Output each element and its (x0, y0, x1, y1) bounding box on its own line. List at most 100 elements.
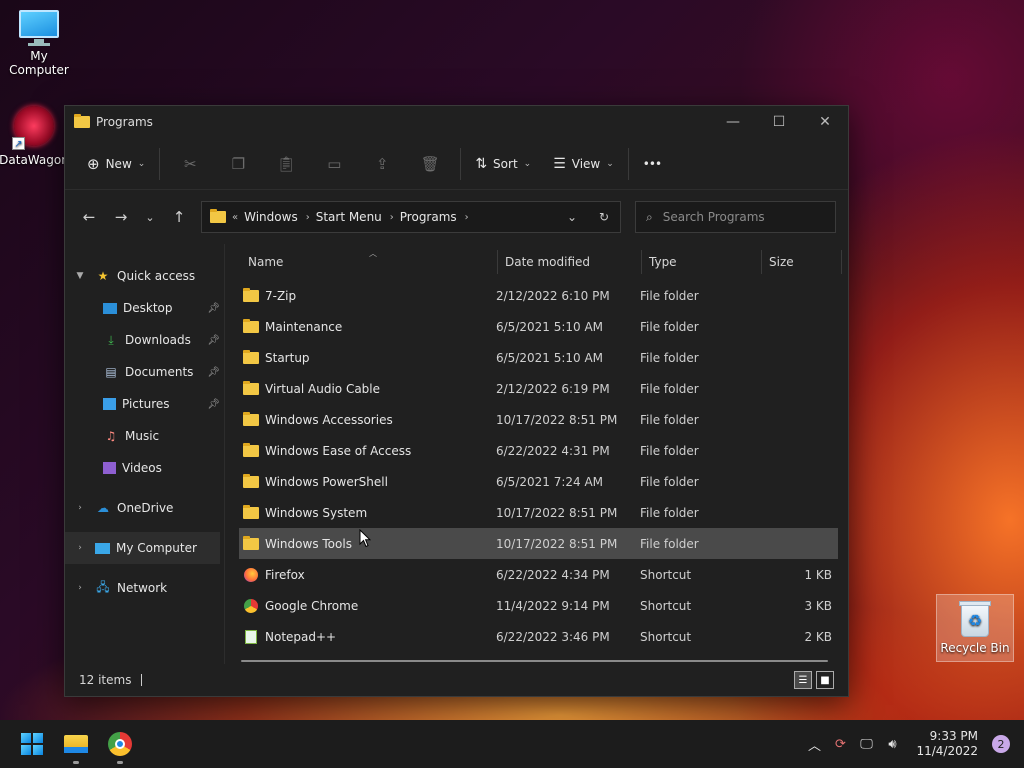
chevron-up-icon[interactable]: ︿ (804, 735, 824, 754)
file-row[interactable]: Windows Accessories 10/17/2022 8:51 PM F… (239, 404, 838, 435)
sidebar-item-my-computer[interactable]: › My Computer (65, 532, 220, 564)
address-bar[interactable]: « Windows › Start Menu › Programs › ⌄ ↻ (201, 201, 621, 233)
collapsed-chevron-icon[interactable]: › (65, 503, 95, 513)
navigation-bar: ← → ⌄ ↑ « Windows › Start Menu › Program… (65, 190, 848, 244)
pin-icon: 📌︎ (207, 398, 220, 410)
folder-icon (210, 209, 226, 223)
mouse-pointer-icon (359, 529, 371, 548)
file-name: Startup (265, 350, 310, 365)
network-status-icon[interactable]: 🖵︎ (856, 737, 876, 752)
file-row[interactable]: Google Chrome 11/4/2022 9:14 PM Shortcut… (239, 590, 838, 621)
details-view-icon[interactable]: ☰ (794, 671, 812, 689)
up-arrow-icon[interactable]: ↑ (163, 201, 195, 233)
desktop-icon-datawagon[interactable]: ↗ DataWagon (0, 106, 73, 167)
chrome-icon (108, 732, 132, 756)
file-row[interactable]: 7-Zip 2/12/2022 6:10 PM File folder (239, 280, 838, 311)
more-options-button[interactable]: ••• (635, 148, 669, 180)
pictures-icon (103, 398, 116, 410)
file-date: 6/5/2021 5:10 AM (496, 319, 604, 334)
sidebar-item-network[interactable]: › 🖧︎ Network (65, 572, 224, 604)
title-bar[interactable]: Programs — ☐ ✕ (65, 106, 848, 138)
address-dropdown-chevron-icon[interactable]: ⌄ (556, 210, 588, 224)
breadcrumb-windows[interactable]: Windows (244, 210, 298, 224)
desktop-icon-recycle-bin[interactable]: ♻ Recycle Bin (936, 594, 1014, 662)
window-title: Programs (96, 115, 153, 129)
expanded-chevron-icon[interactable]: ▼ (65, 271, 95, 281)
desktop-icon-my-computer[interactable]: My Computer (0, 10, 78, 77)
file-date: 6/5/2021 5:10 AM (496, 350, 604, 365)
view-button-label: View (571, 156, 601, 171)
new-button[interactable]: ⊕ New ⌄ (79, 148, 153, 180)
file-row[interactable]: Startup 6/5/2021 5:10 AM File folder (239, 342, 838, 373)
file-row[interactable]: Windows Ease of Access 6/22/2022 4:31 PM… (239, 435, 838, 466)
notification-badge[interactable]: 2 (992, 735, 1010, 753)
collapsed-chevron-icon[interactable]: › (65, 583, 95, 593)
breadcrumb-programs[interactable]: Programs (400, 210, 457, 224)
rename-icon[interactable]: ▭ (310, 148, 358, 180)
sidebar-item-pictures[interactable]: Pictures 📌︎ (65, 388, 224, 420)
file-row[interactable]: Windows Tools 10/17/2022 8:51 PM File fo… (239, 528, 838, 559)
search-input[interactable] (662, 210, 813, 224)
sidebar-item-label: Desktop (123, 301, 173, 315)
paste-icon[interactable]: 📋︎ (262, 148, 310, 180)
collapsed-chevron-icon[interactable]: › (65, 543, 95, 553)
file-date: 2/12/2022 6:19 PM (496, 381, 610, 396)
sidebar-item-desktop[interactable]: Desktop 📌︎ (65, 292, 224, 324)
sidebar-item-music[interactable]: ♫ Music (65, 420, 224, 452)
breadcrumb-separator-icon[interactable]: › (390, 212, 394, 223)
overflow-chevron-icon[interactable]: « (232, 212, 238, 223)
file-type: File folder (640, 381, 699, 396)
view-button[interactable]: ☰ View ⌄ (545, 148, 622, 180)
start-button[interactable] (10, 722, 54, 766)
sidebar-item-onedrive[interactable]: › ☁ OneDrive (65, 492, 224, 524)
forward-arrow-icon[interactable]: → (105, 201, 137, 233)
status-bar: 12 items ☰ ■ (65, 664, 848, 696)
file-row[interactable]: Windows System 10/17/2022 8:51 PM File f… (239, 497, 838, 528)
search-icon: ⌕ (646, 209, 653, 224)
sidebar-item-videos[interactable]: Videos (65, 452, 224, 484)
refresh-icon[interactable]: ↻ (588, 210, 620, 224)
minimize-button[interactable]: — (710, 106, 756, 138)
star-icon: ★ (97, 269, 109, 283)
file-date: 10/17/2022 8:51 PM (496, 505, 618, 520)
sidebar-item-documents[interactable]: ▤ Documents 📌︎ (65, 356, 224, 388)
cut-icon[interactable]: ✂ (166, 148, 214, 180)
volume-icon[interactable]: 🔊︎ (882, 737, 902, 752)
file-row[interactable]: Notepad++ 6/22/2022 3:46 PM Shortcut 2 K… (239, 621, 838, 652)
column-header-type[interactable]: Type (642, 250, 762, 274)
sync-icon[interactable]: ⟳ (830, 737, 850, 752)
search-box[interactable]: ⌕ (635, 201, 836, 233)
file-row[interactable]: Firefox 6/22/2022 4:34 PM Shortcut 1 KB (239, 559, 838, 590)
copy-icon[interactable]: ❐ (214, 148, 262, 180)
sidebar-item-downloads[interactable]: ⤓ Downloads 📌︎ (65, 324, 224, 356)
taskbar-chrome[interactable] (98, 722, 142, 766)
close-button[interactable]: ✕ (802, 106, 848, 138)
file-name: Windows Tools (265, 536, 352, 551)
breadcrumb-start-menu[interactable]: Start Menu (316, 210, 382, 224)
file-date: 10/17/2022 8:51 PM (496, 412, 618, 427)
file-row[interactable]: Virtual Audio Cable 2/12/2022 6:19 PM Fi… (239, 373, 838, 404)
horizontal-scrollbar[interactable] (241, 660, 828, 662)
delete-icon[interactable]: 🗑︎ (406, 148, 454, 180)
taskbar-file-explorer[interactable] (54, 722, 98, 766)
file-type: File folder (640, 350, 699, 365)
recent-locations-chevron-icon[interactable]: ⌄ (137, 201, 163, 233)
file-size: 3 KB (804, 598, 832, 613)
file-type: File folder (640, 536, 699, 551)
back-arrow-icon[interactable]: ← (73, 201, 105, 233)
breadcrumb-separator-icon[interactable]: › (306, 212, 310, 223)
view-list-icon: ☰ (553, 155, 566, 172)
sidebar-item-quick-access[interactable]: ▼ ★ Quick access (65, 260, 224, 292)
breadcrumb-separator-icon[interactable]: › (465, 212, 469, 223)
clock[interactable]: 9:33 PM 11/4/2022 (916, 729, 978, 759)
sort-button[interactable]: ⇅ Sort ⌄ (467, 148, 539, 180)
large-icons-view-icon[interactable]: ■ (816, 671, 834, 689)
file-row[interactable]: Maintenance 6/5/2021 5:10 AM File folder (239, 311, 838, 342)
column-header-size[interactable]: Size (762, 250, 842, 274)
share-icon[interactable]: ⇪ (358, 148, 406, 180)
column-header-date[interactable]: Date modified (498, 250, 642, 274)
column-header-row: ︿ Name Date modified Type Size (225, 244, 848, 280)
maximize-button[interactable]: ☐ (756, 106, 802, 138)
file-list-pane: ︿ Name Date modified Type Size 7-Zip 2/1… (225, 244, 848, 664)
file-row[interactable]: Windows PowerShell 6/5/2021 7:24 AM File… (239, 466, 838, 497)
